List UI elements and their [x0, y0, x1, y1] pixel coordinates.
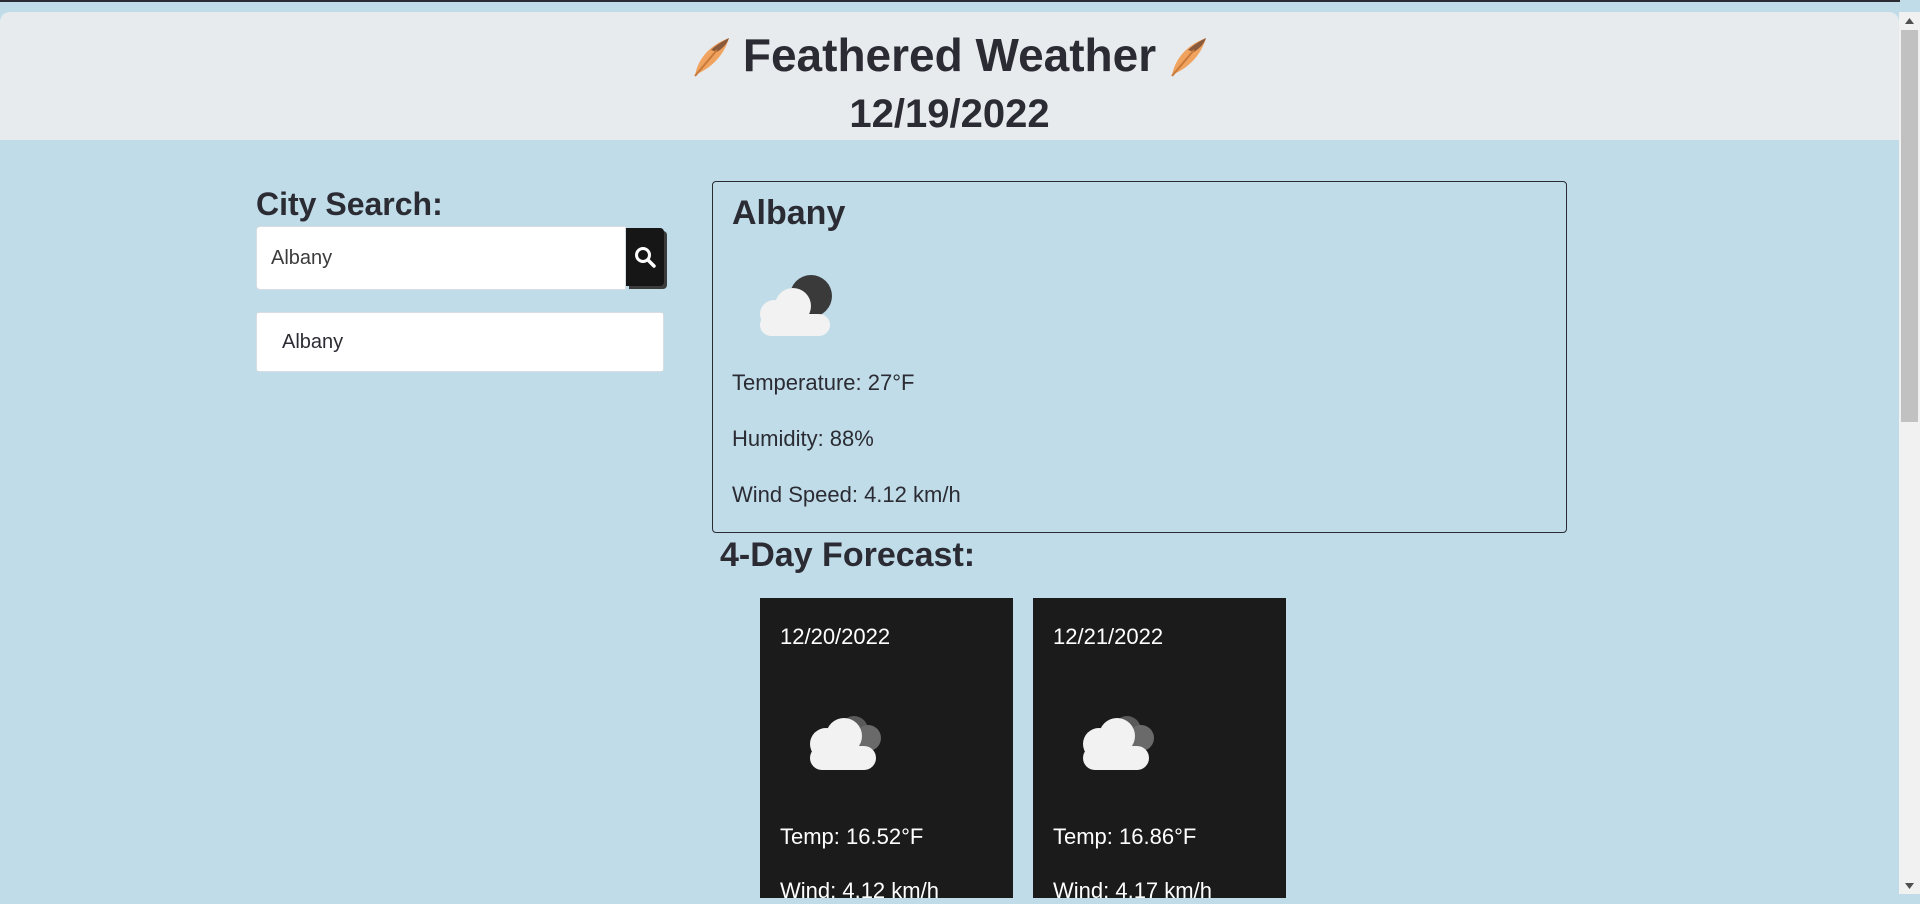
current-temperature: Temperature: 27°F [732, 370, 915, 395]
current-date: 12/19/2022 [849, 92, 1050, 136]
forecast-card: 12/21/2022 Temp: 16.86°F Wind: 4.17 km/h [1033, 598, 1286, 903]
cloudy-icon [810, 716, 881, 770]
scrollbar-thumb[interactable] [1901, 30, 1918, 422]
page-header: Feathered Weather 12/19/2022 [0, 12, 1899, 140]
forecast-temp: Temp: 16.86°F [1053, 824, 1197, 849]
current-weather-card: Albany Temperature: 27°F Humidity: 88% W… [712, 181, 1567, 533]
search-form [256, 226, 668, 290]
scroll-down-arrow-icon[interactable] [1899, 877, 1920, 894]
current-humidity: Humidity: 88% [732, 426, 874, 451]
top-border [0, 0, 1900, 2]
feather-icon [694, 37, 729, 77]
search-icon [635, 247, 656, 268]
current-wind: Wind Speed: 4.12 km/h [732, 482, 961, 507]
vertical-scrollbar[interactable] [1899, 12, 1920, 894]
search-history-item[interactable]: Albany [256, 312, 664, 372]
scroll-up-arrow-icon[interactable] [1899, 12, 1920, 29]
forecast-temp: Temp: 16.52°F [780, 824, 924, 849]
feather-icon [1171, 37, 1207, 77]
city-search-input[interactable] [256, 226, 626, 290]
forecast-card: 12/20/2022 Temp: 16.52°F Wind: 4.12 km/h [760, 598, 1013, 903]
current-city: Albany [732, 194, 846, 232]
cloudy-icon [1083, 716, 1154, 770]
forecast-wind: Wind: 4.17 km/h [1053, 878, 1212, 903]
forecast-date: 12/21/2022 [1053, 624, 1164, 649]
forecast-wind: Wind: 4.12 km/h [780, 878, 939, 903]
app-title: Feathered Weather [0, 26, 1899, 86]
app-title-text: Feathered Weather [742, 29, 1157, 81]
forecast-date: 12/20/2022 [780, 624, 891, 649]
forecast-heading: 4-Day Forecast: [720, 536, 976, 574]
city-search-heading: City Search: [256, 186, 443, 222]
cloudy-night-icon [760, 275, 832, 336]
search-button[interactable] [626, 228, 664, 286]
